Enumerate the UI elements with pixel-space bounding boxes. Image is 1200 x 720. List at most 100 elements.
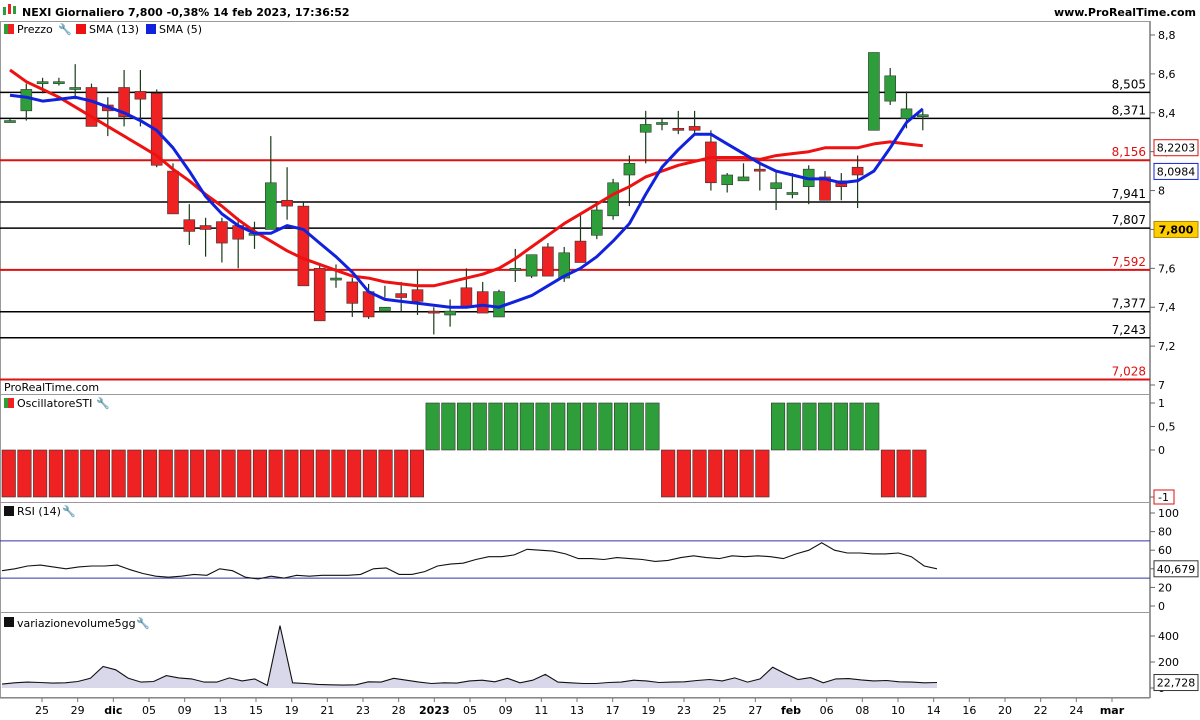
x-tick-label: 14 bbox=[927, 704, 941, 717]
level-label: 7,807 bbox=[1112, 213, 1146, 227]
osc-bar bbox=[425, 402, 440, 451]
osc-bar bbox=[268, 449, 283, 498]
osc-bar bbox=[770, 402, 786, 451]
wrench-icon[interactable]: 🔧 bbox=[58, 22, 72, 36]
osc-bar bbox=[504, 402, 519, 451]
osc-bar bbox=[33, 449, 48, 498]
candle-body bbox=[167, 170, 179, 215]
price-swatch-down bbox=[8, 24, 14, 34]
osc-wrench-icon[interactable]: 🔧 bbox=[96, 396, 110, 410]
osc-bar bbox=[582, 402, 597, 451]
osc-swatch-down bbox=[8, 398, 14, 408]
legend-price: Prezzo 🔧 SMA (13) SMA (5) bbox=[4, 22, 202, 36]
candle-body bbox=[770, 182, 782, 189]
osc-bar bbox=[739, 449, 754, 498]
legend-sma5-label: SMA (5) bbox=[159, 23, 202, 36]
osc-bar bbox=[551, 402, 566, 451]
candle-body bbox=[69, 87, 81, 90]
rsi-wrench-icon[interactable]: 🔧 bbox=[62, 504, 76, 518]
volume-panel: 400200022,728 bbox=[1, 625, 1199, 695]
candle-body bbox=[786, 192, 799, 195]
candle-body bbox=[460, 287, 473, 308]
osc-bar bbox=[394, 449, 409, 498]
osc-bar bbox=[723, 449, 739, 498]
legend-sma13-label: SMA (13) bbox=[89, 23, 139, 36]
candle-body bbox=[216, 221, 228, 244]
value-tag-label: 8,0984 bbox=[1157, 165, 1196, 178]
osc-bar bbox=[221, 449, 236, 498]
legend-rsi-label: RSI (14) bbox=[17, 505, 61, 518]
candle-body bbox=[395, 293, 408, 298]
x-tick-label: 23 bbox=[677, 704, 691, 717]
price-tick-label: 8,6 bbox=[1158, 68, 1176, 81]
x-tick-label: 11 bbox=[534, 704, 548, 717]
x-tick-label: 08 bbox=[855, 704, 869, 717]
osc-bar bbox=[252, 449, 267, 498]
candle-body bbox=[53, 81, 65, 84]
candle-body bbox=[753, 168, 766, 172]
osc-bar bbox=[17, 449, 32, 498]
price-axis: 8,88,68,48,287,87,67,47,27 bbox=[1150, 29, 1176, 392]
x-tick-label: 20 bbox=[998, 704, 1012, 717]
candle-body bbox=[36, 81, 49, 84]
candle-body bbox=[656, 122, 668, 125]
x-tick-label: 28 bbox=[392, 704, 406, 717]
x-tick-label: 24 bbox=[1069, 704, 1083, 717]
x-tick-label: 22 bbox=[1034, 704, 1048, 717]
osc-bar bbox=[441, 402, 456, 451]
osc-bar bbox=[1, 449, 16, 498]
candle-body bbox=[411, 289, 424, 302]
candle-body bbox=[476, 291, 489, 314]
legend-vol: variazionevolume5gg 🔧 bbox=[4, 616, 150, 630]
osc-bar bbox=[755, 449, 770, 498]
candle-body bbox=[884, 75, 897, 102]
candle-body bbox=[4, 120, 16, 123]
level-label: 7,377 bbox=[1112, 297, 1146, 311]
x-tick-label: dic bbox=[104, 704, 122, 717]
candle-body bbox=[737, 176, 750, 182]
vol-tick-label: 200 bbox=[1158, 656, 1179, 669]
osc-bar bbox=[598, 402, 613, 451]
candle-body bbox=[525, 254, 538, 277]
x-tick-label: 19 bbox=[285, 704, 299, 717]
vol-line bbox=[1, 625, 938, 687]
osc-bar bbox=[95, 449, 110, 498]
brand-link[interactable]: www.ProRealTime.com bbox=[1054, 6, 1196, 19]
watermark: ProRealTime.com bbox=[4, 381, 99, 394]
osc-bar bbox=[111, 449, 126, 498]
legend-vol-label: variazionevolume5gg bbox=[17, 617, 136, 630]
level-label: 8,505 bbox=[1112, 77, 1146, 91]
osc-bar bbox=[64, 449, 79, 498]
vol-tick-label: 400 bbox=[1158, 630, 1179, 643]
candle-body bbox=[542, 246, 554, 277]
candle-body bbox=[721, 174, 734, 186]
candle-body bbox=[916, 114, 929, 118]
level-label: 8,156 bbox=[1112, 145, 1146, 159]
x-tick-label: 05 bbox=[142, 704, 156, 717]
x-tick-label: 06 bbox=[820, 704, 834, 717]
osc-bar bbox=[676, 449, 691, 498]
candlestick-series bbox=[4, 52, 929, 335]
candle-body bbox=[134, 91, 147, 100]
osc-bar bbox=[488, 402, 503, 451]
osc-bar bbox=[692, 449, 707, 498]
vol-wrench-icon[interactable]: 🔧 bbox=[136, 616, 150, 630]
candle-body bbox=[868, 52, 880, 131]
chart-canvas: NEXI Giornaliero 7,800 -0,38% 14 feb 202… bbox=[0, 0, 1200, 717]
price-tick-label: 7 bbox=[1158, 379, 1165, 392]
candle-body bbox=[330, 277, 342, 281]
osc-bar bbox=[347, 449, 362, 498]
osc-bar bbox=[143, 449, 158, 498]
level-label: 7,941 bbox=[1112, 187, 1146, 201]
x-tick-label: 29 bbox=[71, 704, 85, 717]
price-tick-label: 7,2 bbox=[1158, 340, 1176, 353]
rsi-tick-label: 0 bbox=[1158, 600, 1165, 613]
osc-bar bbox=[833, 402, 848, 451]
candle-body bbox=[313, 268, 326, 322]
candle-body bbox=[623, 163, 636, 176]
x-tick-label: 23 bbox=[356, 704, 370, 717]
rsi-tick-label: 80 bbox=[1158, 526, 1172, 539]
osc-bar bbox=[127, 449, 142, 498]
x-tick-label: 25 bbox=[35, 704, 49, 717]
candle-body bbox=[851, 166, 864, 176]
